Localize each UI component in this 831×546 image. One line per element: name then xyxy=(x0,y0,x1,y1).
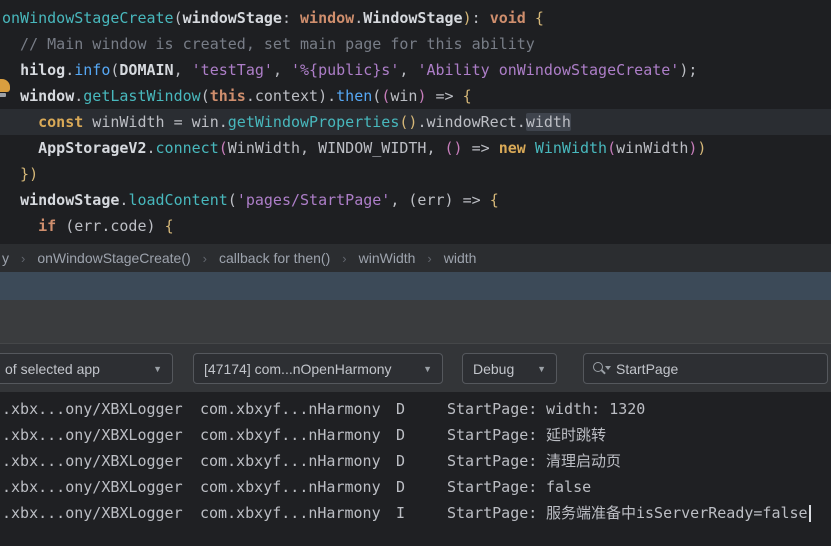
log-row[interactable]: .xbx...ony/XBXLogger com.xbxyf...nHarmon… xyxy=(0,396,831,422)
text-caret xyxy=(809,505,811,522)
search-icon[interactable] xyxy=(592,361,608,377)
log-logger: .xbx...ony/XBXLogger xyxy=(2,500,200,526)
code-line[interactable]: // Main window is created, set main page… xyxy=(0,31,831,57)
breadcrumb-item[interactable]: winWidth xyxy=(359,250,416,266)
log-tag: StartPage: xyxy=(447,500,546,526)
log-message: false xyxy=(546,474,831,500)
breadcrumb-item[interactable]: onWindowStageCreate() xyxy=(37,250,190,266)
log-level-label: Debug xyxy=(473,361,514,377)
log-message: 服务端准备中isServerReady=false xyxy=(546,500,831,526)
chevron-down-icon: ▼ xyxy=(153,364,162,374)
log-package: com.xbxyf...nHarmony xyxy=(200,422,396,448)
log-level: D xyxy=(396,422,447,448)
code-line[interactable]: window.getLastWindow(this.context).then(… xyxy=(0,83,831,109)
log-logger: .xbx...ony/XBXLogger xyxy=(2,474,200,500)
log-message: 清理启动页 xyxy=(546,448,831,474)
breadcrumb-item[interactable]: callback for then() xyxy=(219,250,330,266)
log-toolbar: of selected app ▼ [47174] com...nOpenHar… xyxy=(0,343,831,392)
code-line-current[interactable]: const winWidth = win.getWindowProperties… xyxy=(0,109,831,135)
log-level: D xyxy=(396,448,447,474)
log-logger: .xbx...ony/XBXLogger xyxy=(2,448,200,474)
log-package: com.xbxyf...nHarmony xyxy=(200,396,396,422)
log-level: D xyxy=(396,474,447,500)
log-row[interactable]: .xbx...ony/XBXLogger com.xbxyf...nHarmon… xyxy=(0,448,831,474)
log-search-input[interactable]: StartPage xyxy=(583,353,828,384)
code-line[interactable]: if (err.code) { xyxy=(0,213,831,239)
code-line[interactable]: }) xyxy=(0,161,831,187)
log-logger: .xbx...ony/XBXLogger xyxy=(2,396,200,422)
log-tag: StartPage: xyxy=(447,474,546,500)
code-line[interactable]: AppStorageV2.connect(WinWidth, WINDOW_WI… xyxy=(0,135,831,161)
log-row[interactable]: .xbx...ony/XBXLogger com.xbxyf...nHarmon… xyxy=(0,500,831,526)
code-line[interactable]: windowStage.loadContent('pages/StartPage… xyxy=(0,187,831,213)
log-logger: .xbx...ony/XBXLogger xyxy=(2,422,200,448)
log-search-value: StartPage xyxy=(616,361,678,377)
log-package: com.xbxyf...nHarmony xyxy=(200,448,396,474)
log-tag: StartPage: xyxy=(447,396,546,422)
log-tag: StartPage: xyxy=(447,422,546,448)
log-scope-label: of selected app xyxy=(5,361,100,377)
breadcrumb-item[interactable]: y xyxy=(2,250,9,266)
log-package: com.xbxyf...nHarmony xyxy=(200,500,396,526)
log-level-dropdown[interactable]: Debug ▼ xyxy=(462,353,557,384)
log-message: 延时跳转 xyxy=(546,422,831,448)
log-level: I xyxy=(396,500,447,526)
log-row[interactable]: .xbx...ony/XBXLogger com.xbxyf...nHarmon… xyxy=(0,422,831,448)
log-message: width: 1320 xyxy=(546,396,831,422)
log-row[interactable]: .xbx...ony/XBXLogger com.xbxyf...nHarmon… xyxy=(0,474,831,500)
log-package: com.xbxyf...nHarmony xyxy=(200,474,396,500)
breadcrumb-item[interactable]: width xyxy=(444,250,477,266)
log-output[interactable]: .xbx...ony/XBXLogger com.xbxyf...nHarmon… xyxy=(0,392,831,546)
chevron-down-icon: ▼ xyxy=(423,364,432,374)
chevron-right-icon: › xyxy=(203,251,207,266)
chevron-right-icon: › xyxy=(342,251,346,266)
chevron-right-icon: › xyxy=(21,251,25,266)
log-level: D xyxy=(396,396,447,422)
code-line[interactable]: hilog.info(DOMAIN, 'testTag', '%{public}… xyxy=(0,57,831,83)
chevron-down-icon: ▼ xyxy=(537,364,546,374)
log-message-text: 服务端准备中isServerReady=false xyxy=(546,500,808,526)
toolwindow-header-band xyxy=(0,300,831,343)
code-line[interactable]: onWindowStageCreate(windowStage: window.… xyxy=(0,5,831,31)
log-scope-dropdown[interactable]: of selected app ▼ xyxy=(0,353,173,384)
process-dropdown[interactable]: [47174] com...nOpenHarmony ▼ xyxy=(193,353,443,384)
code-editor[interactable]: onWindowStageCreate(windowStage: window.… xyxy=(0,0,831,244)
breadcrumb: y › onWindowStageCreate() › callback for… xyxy=(0,244,831,272)
process-label: [47174] com...nOpenHarmony xyxy=(204,361,392,377)
log-tag: StartPage: xyxy=(447,448,546,474)
panel-divider-band xyxy=(0,272,831,300)
chevron-right-icon: › xyxy=(427,251,431,266)
